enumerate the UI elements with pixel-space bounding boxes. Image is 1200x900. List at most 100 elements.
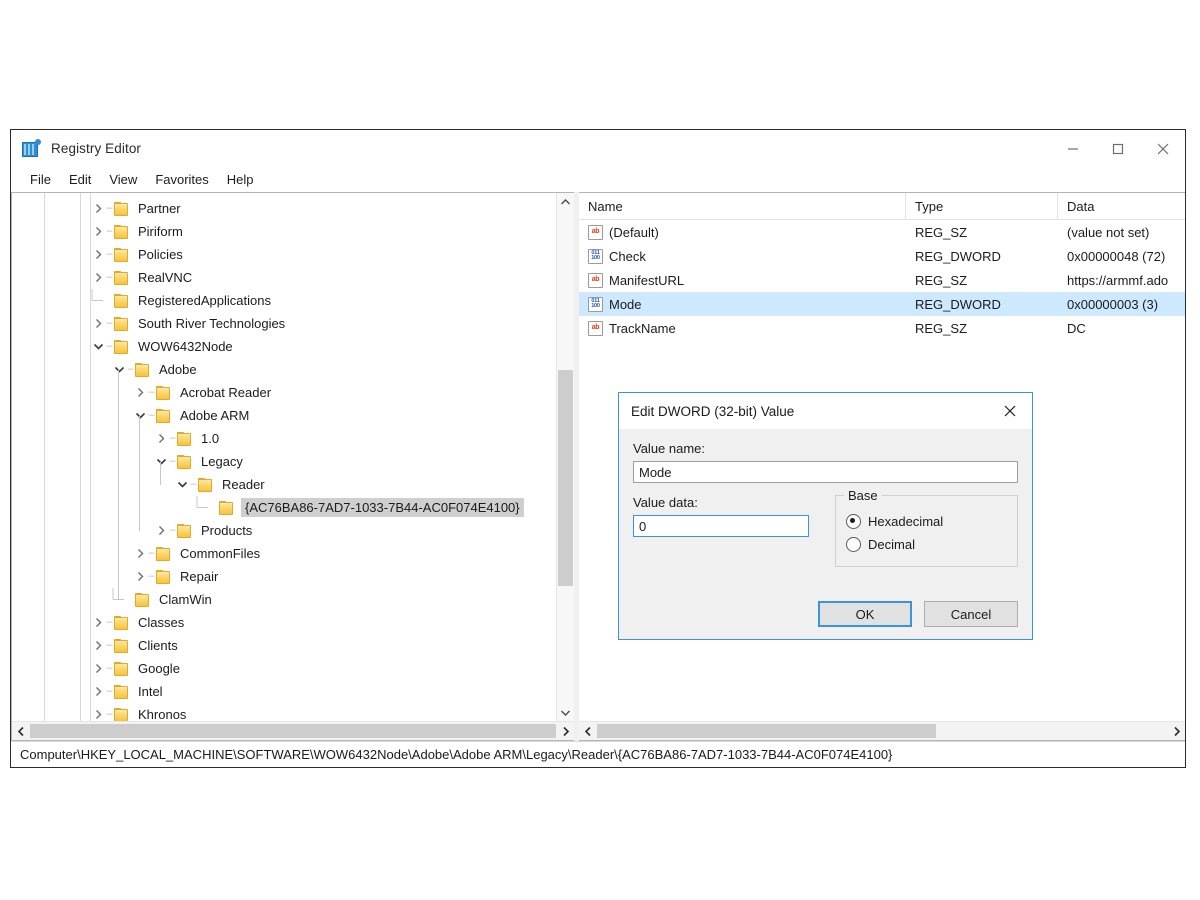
tree-item[interactable]: –Piriform xyxy=(12,220,556,243)
tree-item[interactable]: –Partner xyxy=(12,197,556,220)
tree-scroll-thumb[interactable] xyxy=(558,370,573,586)
tree-item[interactable]: –CommonFiles xyxy=(12,542,556,565)
tree-connector: – xyxy=(148,548,155,559)
value-row[interactable]: ab(Default)REG_SZ(value not set) xyxy=(579,220,1185,244)
chevron-down-icon[interactable] xyxy=(132,411,148,420)
radio-decimal[interactable]: Decimal xyxy=(846,533,1007,556)
chevron-right-icon[interactable] xyxy=(90,226,106,237)
radio-hexadecimal[interactable]: Hexadecimal xyxy=(846,510,1007,533)
tree-item[interactable]: –WOW6432Node xyxy=(12,335,556,358)
tree-item[interactable]: –Products xyxy=(12,519,556,542)
values-scroll-right-button[interactable] xyxy=(1168,723,1185,740)
chevron-right-icon[interactable] xyxy=(132,571,148,582)
ok-button[interactable]: OK xyxy=(818,601,912,627)
registry-tree[interactable]: –Partner–Piriform–Policies–RealVNCRegist… xyxy=(12,193,556,721)
values-hscroll-thumb[interactable] xyxy=(597,724,936,738)
radio-hexadecimal-indicator[interactable] xyxy=(846,514,861,529)
chevron-right-icon[interactable] xyxy=(90,249,106,260)
value-row[interactable]: 011100CheckREG_DWORD0x00000048 (72) xyxy=(579,244,1185,268)
chevron-right-icon[interactable] xyxy=(90,272,106,283)
chevron-right-icon[interactable] xyxy=(90,617,106,628)
tree-item[interactable]: ClamWin xyxy=(12,588,556,611)
scroll-down-button[interactable] xyxy=(557,704,574,721)
values-horizontal-scrollbar[interactable] xyxy=(579,721,1185,740)
scroll-up-button[interactable] xyxy=(557,193,574,210)
tree-item[interactable]: –Google xyxy=(12,657,556,680)
folder-icon xyxy=(155,386,172,400)
chevron-down-icon[interactable] xyxy=(174,480,190,489)
tree-item[interactable]: –Legacy xyxy=(12,450,556,473)
column-header-name[interactable]: Name xyxy=(579,193,906,219)
chevron-right-icon[interactable] xyxy=(153,433,169,444)
chevron-right-icon[interactable] xyxy=(90,318,106,329)
tree-item[interactable]: –Classes xyxy=(12,611,556,634)
chevron-down-icon[interactable] xyxy=(111,365,127,374)
tree-item[interactable]: {AC76BA86-7AD7-1033-7B44-AC0F074E4100} xyxy=(12,496,556,519)
value-row[interactable]: 011100ModeREG_DWORD0x00000003 (3) xyxy=(579,292,1185,316)
tree-connector: – xyxy=(106,318,113,329)
string-value-icon: ab xyxy=(588,225,603,240)
cancel-button[interactable]: Cancel xyxy=(924,601,1018,627)
chevron-down-icon[interactable] xyxy=(153,457,169,466)
tree-connector: – xyxy=(106,272,113,283)
tree-item[interactable]: –Repair xyxy=(12,565,556,588)
column-header-data[interactable]: Data xyxy=(1058,193,1185,219)
title-bar: Registry Editor xyxy=(11,130,1185,167)
tree-item[interactable]: –Reader xyxy=(12,473,556,496)
column-header-type[interactable]: Type xyxy=(906,193,1058,219)
tree-connector: – xyxy=(148,410,155,421)
tree-item[interactable]: –Khronos xyxy=(12,703,556,721)
chevron-right-icon[interactable] xyxy=(90,640,106,651)
chevron-right-icon[interactable] xyxy=(90,203,106,214)
value-data-cell: 0x00000048 (72) xyxy=(1058,249,1185,264)
value-data-cell: (value not set) xyxy=(1058,225,1185,240)
value-name-text: Mode xyxy=(609,297,642,312)
values-scroll-left-button[interactable] xyxy=(579,723,596,740)
menu-edit[interactable]: Edit xyxy=(60,170,100,189)
tree-item[interactable]: –RealVNC xyxy=(12,266,556,289)
radio-decimal-indicator[interactable] xyxy=(846,537,861,552)
tree-item[interactable]: –Adobe ARM xyxy=(12,404,556,427)
chevron-right-icon[interactable] xyxy=(90,686,106,697)
tree-hscroll-thumb[interactable] xyxy=(30,724,556,738)
minimize-button[interactable] xyxy=(1050,130,1095,167)
chevron-right-icon[interactable] xyxy=(132,548,148,559)
chevron-down-icon[interactable] xyxy=(90,342,106,351)
tree-item[interactable]: –Clients xyxy=(12,634,556,657)
tree-scroll-right-button[interactable] xyxy=(557,723,574,740)
tree-vertical-scrollbar[interactable] xyxy=(556,193,574,721)
dialog-close-button[interactable] xyxy=(988,393,1032,429)
value-row[interactable]: abTrackNameREG_SZDC xyxy=(579,316,1185,340)
tree-item[interactable]: –1.0 xyxy=(12,427,556,450)
tree-connector: – xyxy=(148,387,155,398)
tree-scroll-left-button[interactable] xyxy=(12,723,29,740)
value-data-input[interactable]: 0 xyxy=(633,515,809,537)
tree-item[interactable]: –Intel xyxy=(12,680,556,703)
folder-icon xyxy=(113,685,130,699)
value-row[interactable]: abManifestURLREG_SZhttps://armmf.ado xyxy=(579,268,1185,292)
menu-favorites[interactable]: Favorites xyxy=(146,170,217,189)
tree-connector: – xyxy=(106,249,113,260)
tree-connector: – xyxy=(169,433,176,444)
menu-help[interactable]: Help xyxy=(218,170,263,189)
radio-decimal-label: Decimal xyxy=(868,537,915,552)
menu-view[interactable]: View xyxy=(100,170,146,189)
chevron-right-icon[interactable] xyxy=(132,387,148,398)
tree-item[interactable]: RegisteredApplications xyxy=(12,289,556,312)
close-button[interactable] xyxy=(1140,130,1185,167)
tree-horizontal-scrollbar[interactable] xyxy=(12,721,574,740)
tree-item[interactable]: –Policies xyxy=(12,243,556,266)
value-name-input[interactable]: Mode xyxy=(633,461,1018,483)
menu-file[interactable]: File xyxy=(21,170,60,189)
value-name-text: Check xyxy=(609,249,646,264)
chevron-right-icon[interactable] xyxy=(153,525,169,536)
tree-connector: – xyxy=(106,203,113,214)
tree-item[interactable]: –Adobe xyxy=(12,358,556,381)
tree-item-label: Khronos xyxy=(136,707,188,721)
chevron-right-icon[interactable] xyxy=(90,709,106,720)
maximize-button[interactable] xyxy=(1095,130,1140,167)
dialog-row-data-base: Value data: 0 Base Hexadecimal Decimal xyxy=(633,495,1018,567)
tree-item[interactable]: –South River Technologies xyxy=(12,312,556,335)
chevron-right-icon[interactable] xyxy=(90,663,106,674)
tree-item[interactable]: –Acrobat Reader xyxy=(12,381,556,404)
